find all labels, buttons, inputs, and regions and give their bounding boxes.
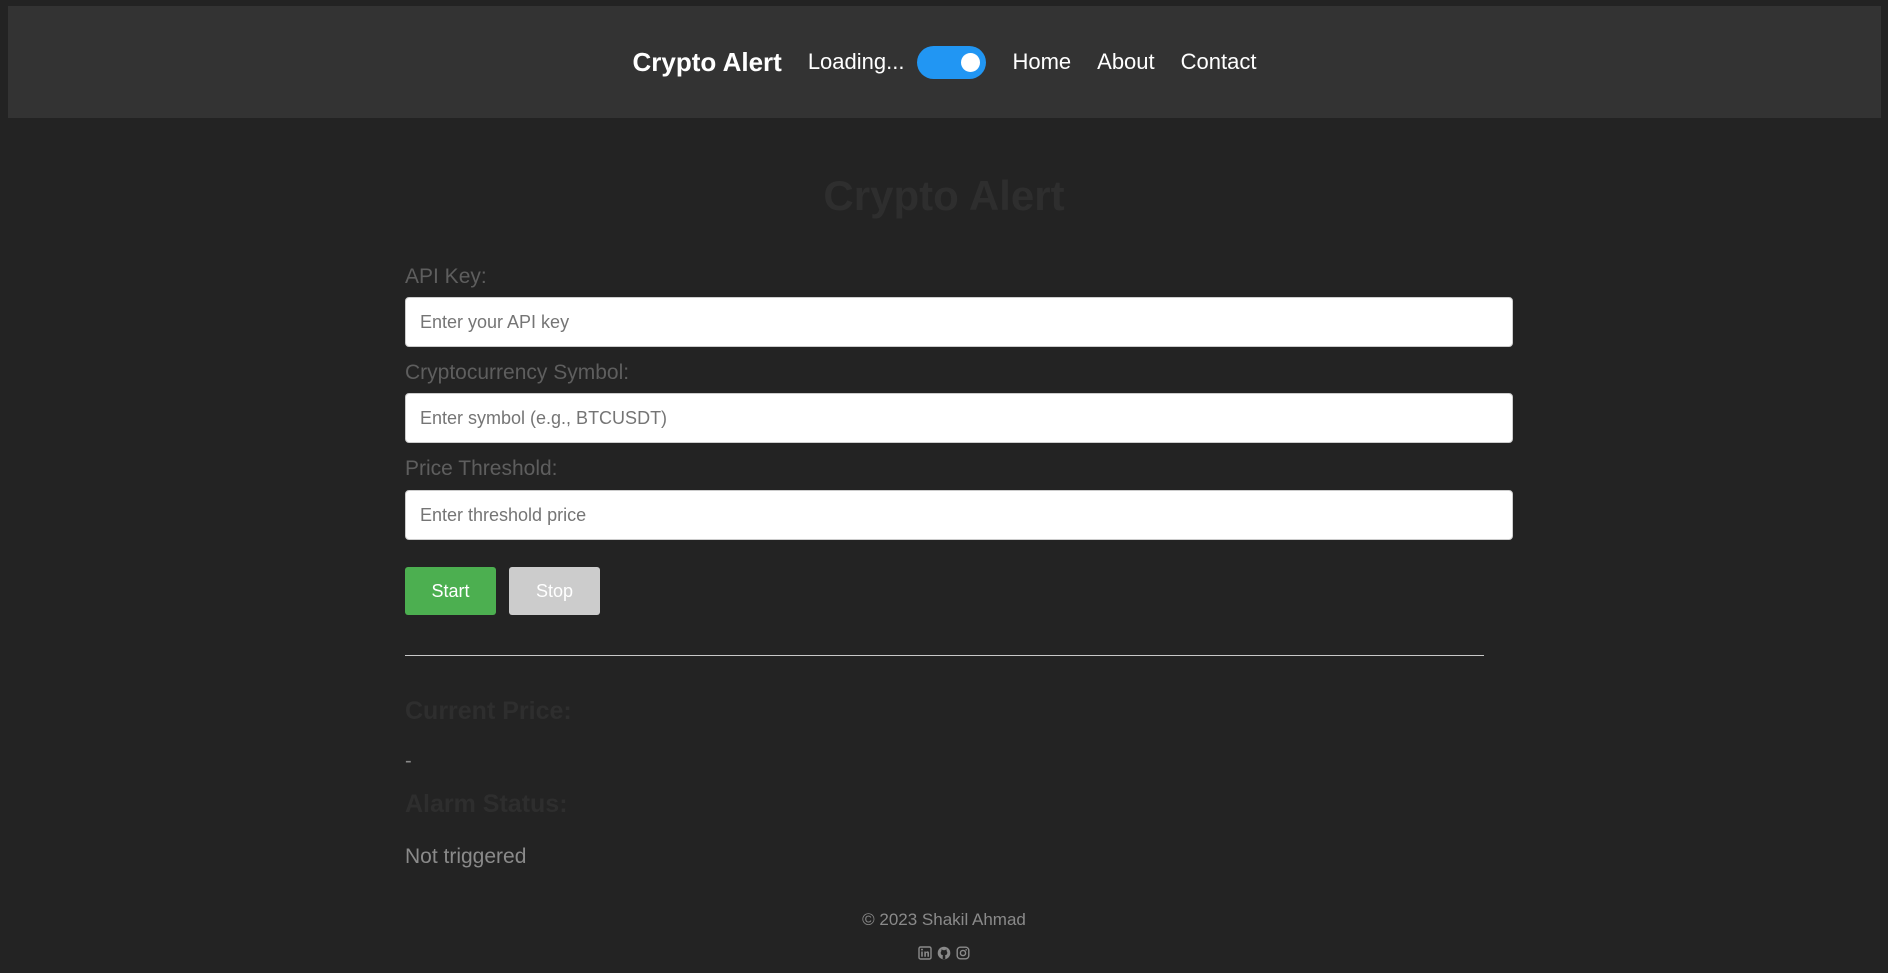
nav-link-about[interactable]: About <box>1097 49 1155 75</box>
navbar: Crypto Alert Loading... Home About Conta… <box>8 6 1881 118</box>
navbar-content: Crypto Alert Loading... Home About Conta… <box>633 45 1257 79</box>
divider <box>405 655 1484 656</box>
symbol-label: Cryptocurrency Symbol: <box>405 361 630 384</box>
linkedin-icon[interactable] <box>918 946 932 960</box>
nav-link-home[interactable]: Home <box>1012 49 1071 75</box>
alarm-status-value: Not triggered <box>405 845 527 868</box>
theme-toggle[interactable] <box>917 45 987 79</box>
loading-text: Loading... <box>807 49 905 74</box>
brand-logo[interactable]: Crypto Alert <box>633 47 782 78</box>
threshold-label: Price Threshold: <box>405 457 558 480</box>
page-title: Crypto Alert <box>823 172 1065 219</box>
github-icon[interactable] <box>937 946 951 960</box>
footer-social-icons <box>0 946 1888 960</box>
page: Crypto Alert Loading... Home About Conta… <box>0 0 1888 973</box>
loading-group: Loading... <box>807 45 987 79</box>
api-key-label: API Key: <box>405 265 487 288</box>
current-price-heading: Current Price: <box>405 697 572 725</box>
instagram-icon[interactable] <box>956 946 970 960</box>
nav-link-contact[interactable]: Contact <box>1181 49 1257 75</box>
threshold-input[interactable] <box>405 490 1513 540</box>
stop-button[interactable]: Stop <box>509 567 600 615</box>
start-button[interactable]: Start <box>405 567 496 615</box>
toggle-knob <box>961 52 981 72</box>
api-key-input[interactable] <box>405 297 1513 347</box>
symbol-input[interactable] <box>405 393 1513 443</box>
current-price-value: - <box>405 750 412 772</box>
footer-copyright: © 2023 Shakil Ahmad <box>862 910 1026 929</box>
alarm-status-heading: Alarm Status: <box>405 790 568 818</box>
